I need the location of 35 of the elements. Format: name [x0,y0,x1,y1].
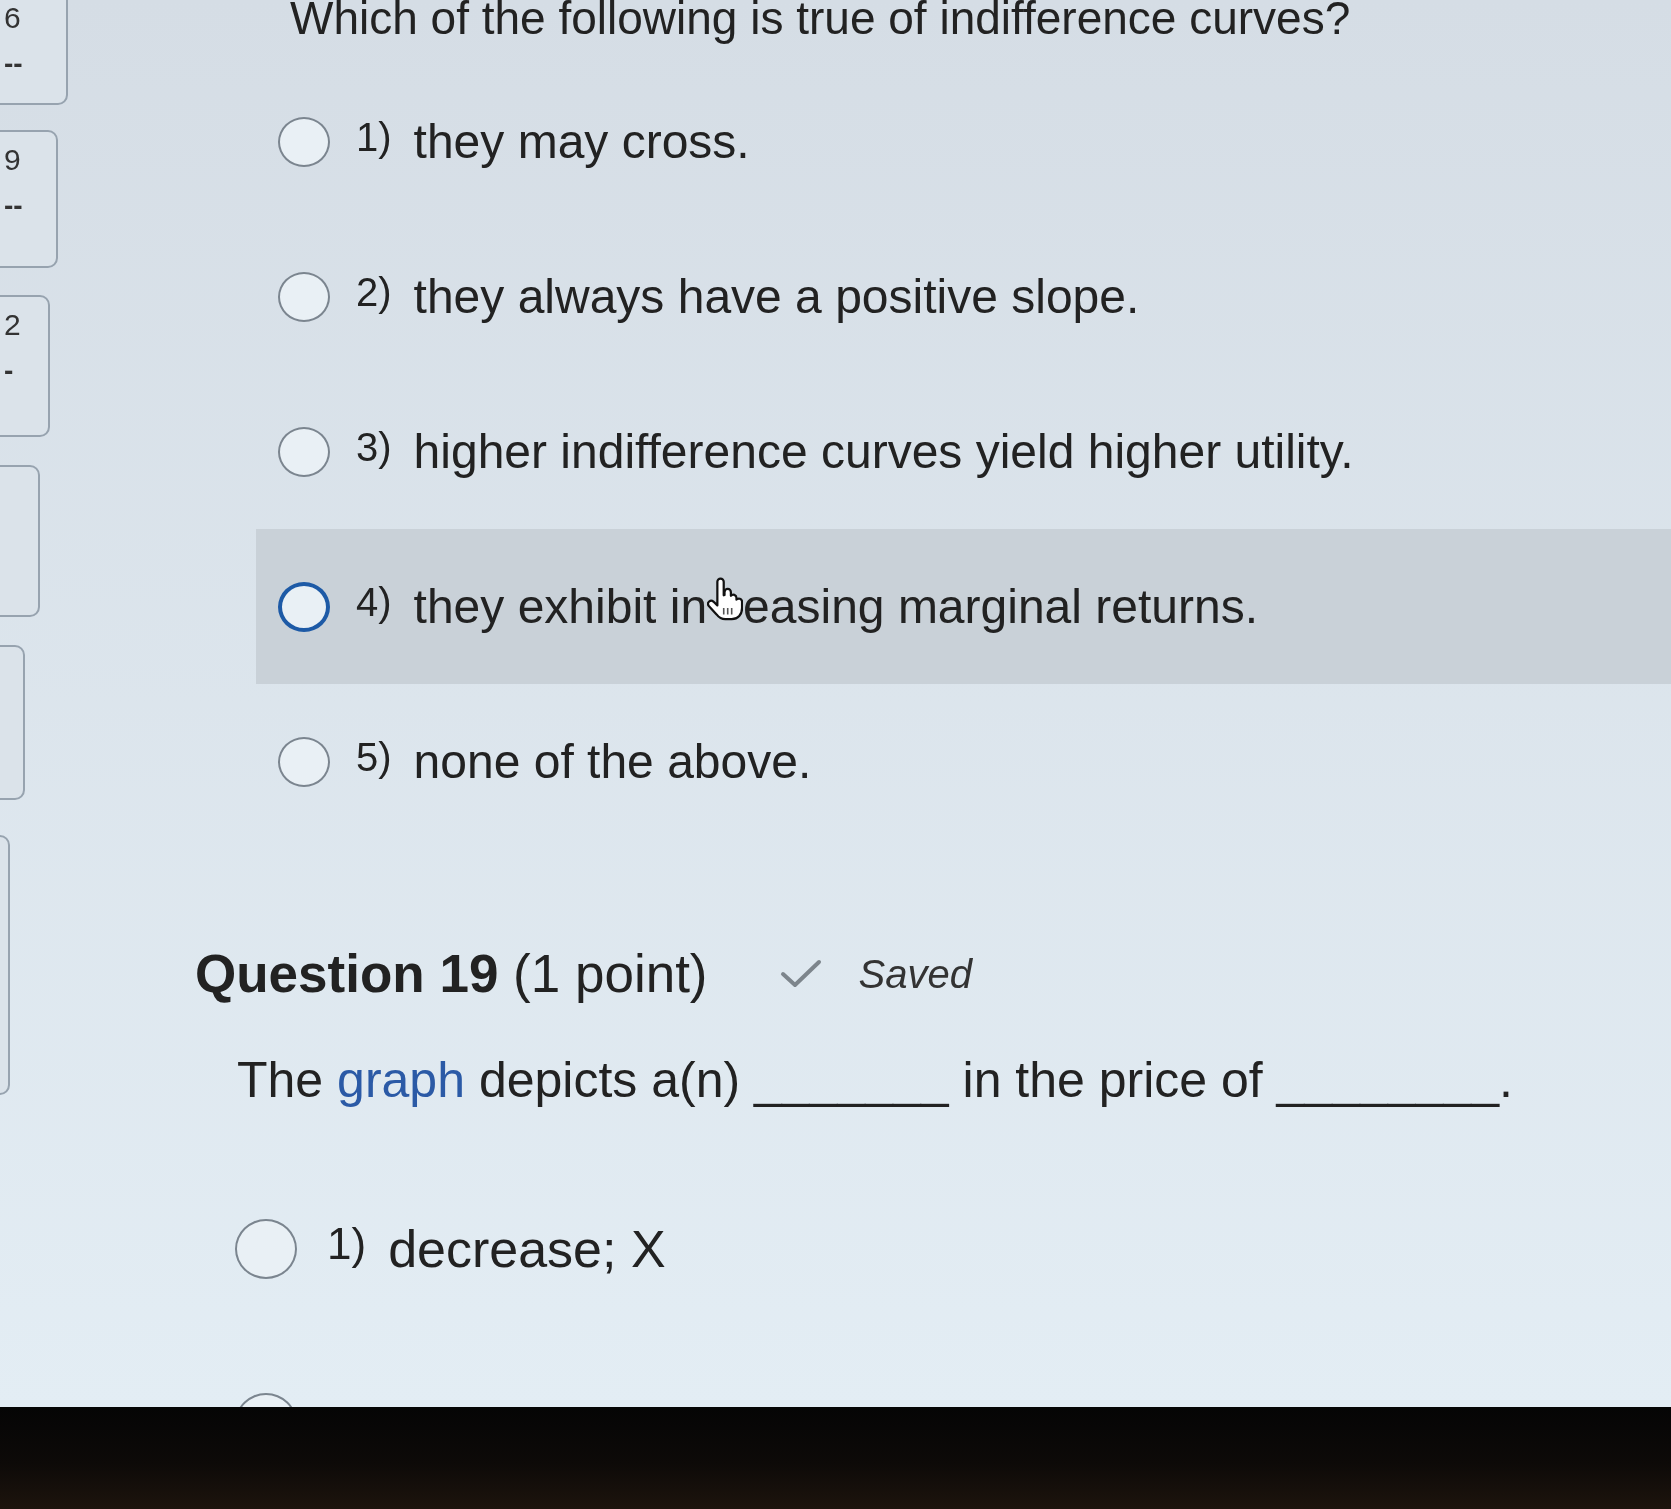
option-number: 1) [327,1219,367,1269]
question-text: Which of the following is true of indifference curves? [290,0,1351,44]
radio-button[interactable] [278,271,330,322]
option-number: 4) [356,579,392,624]
option-number: 5) [356,734,392,779]
option-text: decrease; X [388,1219,666,1279]
radio-button[interactable] [278,426,330,477]
question-number: 9 [4,142,21,178]
radio-button[interactable] [278,736,330,787]
option-text: they always have a positive slope. [413,268,1140,325]
option-number: 3) [356,424,392,469]
option-text: easing marginal returns. [743,578,1258,635]
question-nav-tile[interactable]: 9 -- [0,130,58,268]
answer-status: -- [4,194,23,218]
hand-cursor-icon [707,576,744,621]
radio-button[interactable] [278,116,330,167]
option-number: 1) [356,114,392,159]
checkmark-icon [779,959,822,989]
question-number: 6 [4,0,21,36]
question-heading: Question 19 (1 point) [195,943,708,1005]
graph-link[interactable]: graph [337,1052,465,1108]
answer-status: - [4,359,14,383]
radio-button[interactable] [278,581,330,632]
option-number: 2) [356,269,392,314]
question-nav-tile[interactable]: 6 -- [0,0,68,105]
option-text: they exhibit in [413,578,708,635]
option-text: they may cross. [413,113,750,170]
option-text: higher indifference curves yield higher utility. [413,423,1354,480]
highlighted-answer-option[interactable]: 4) they exhibit in easing marginal returns. [256,529,1671,684]
question-text: The graph depicts a(n) _______ in the price of ________. [237,1051,1513,1109]
save-status: Saved [858,951,972,997]
question-number: 2 [4,307,21,343]
option-text: none of the above. [413,733,812,790]
answer-status: -- [4,52,23,76]
question-nav-tile[interactable]: 2 - [0,295,50,437]
